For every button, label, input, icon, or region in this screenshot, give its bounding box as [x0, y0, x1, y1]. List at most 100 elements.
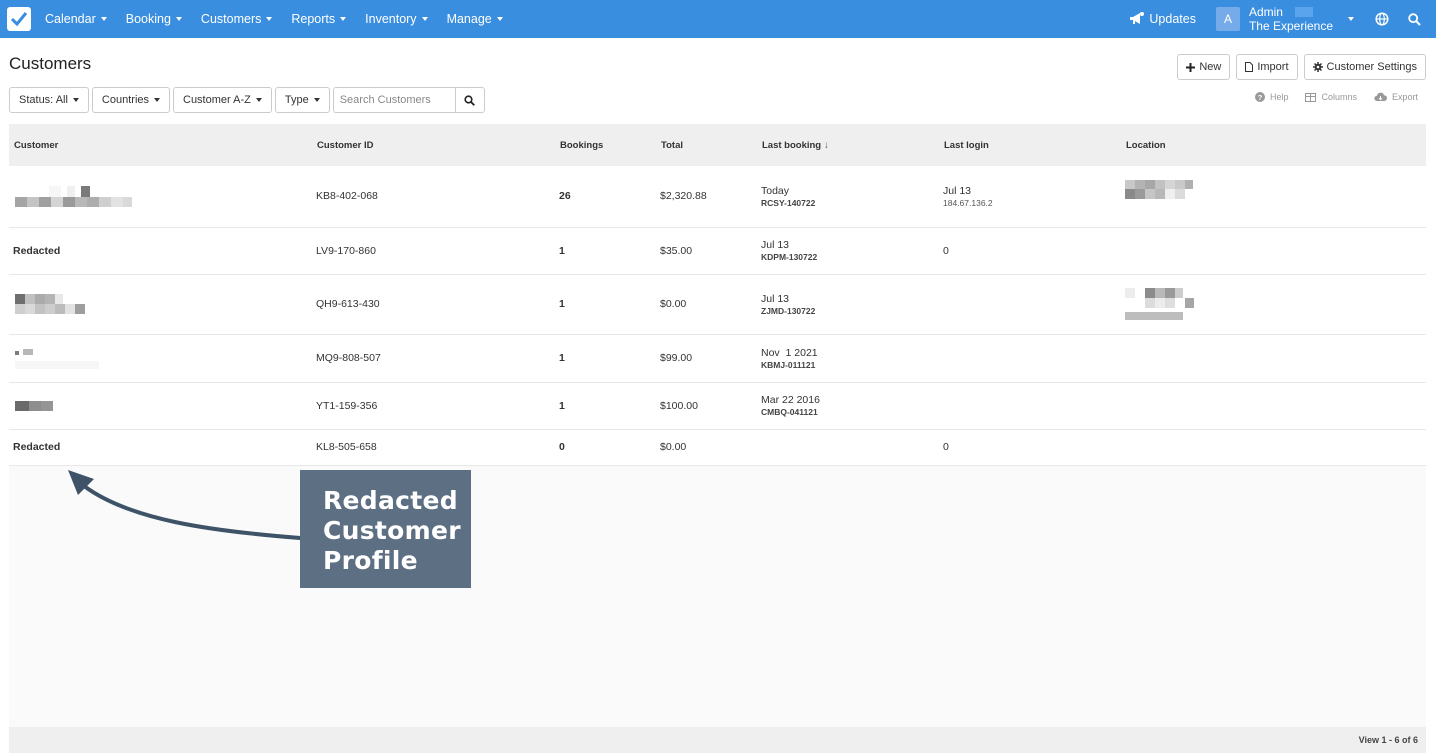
last-booking-date: Today [761, 184, 790, 197]
customer-search [332, 87, 485, 113]
question-circle-icon: ? [1254, 92, 1265, 102]
table-row[interactable]: MQ9-808-507 1 $99.00 Nov 1 2021 KBMJ-0111… [9, 334, 1426, 383]
columns-icon [1305, 92, 1317, 102]
last-login-cell: 0 [939, 429, 1121, 466]
column-header-last-login[interactable]: Last login [939, 124, 1121, 166]
redacted-customer-name [13, 346, 312, 370]
login-ip-address: 184.67.136.2 [943, 197, 993, 208]
type-filter-dropdown[interactable]: Type [274, 87, 330, 113]
chevron-down-icon [421, 17, 428, 21]
search-icon [464, 94, 476, 106]
table-row[interactable]: Redacted KL8-505-658 0 $0.00 0 [9, 429, 1426, 466]
updates-label: Updates [1149, 12, 1196, 26]
columns-button[interactable]: Columns [1305, 92, 1357, 102]
last-booking-cell[interactable]: Nov 1 2021 KBMJ-011121 [757, 334, 939, 383]
new-button-label: New [1199, 61, 1222, 73]
organization-name: The Experience [1248, 19, 1333, 33]
customers-table: Customer Customer ID Bookings Total Last… [9, 124, 1426, 466]
chevron-down-icon [266, 17, 273, 21]
status-filter-label: Status: All [19, 94, 68, 106]
table-header-row: Customer Customer ID Bookings Total Last… [9, 124, 1426, 166]
bookings-cell: 26 [555, 166, 656, 228]
last-booking-cell[interactable] [757, 429, 939, 466]
nav-reports[interactable]: Reports [291, 12, 347, 26]
customer-id-cell[interactable]: MQ9-808-507 [312, 334, 555, 383]
nav-calendar[interactable]: Calendar [45, 12, 107, 26]
column-header-customer[interactable]: Customer [9, 124, 312, 166]
table-row[interactable]: Redacted LV9-170-860 1 $35.00 Jul 13 KDPM… [9, 227, 1426, 275]
last-booking-cell[interactable]: Mar 22 2016 CMBQ-041121 [757, 382, 939, 430]
customer-id-cell[interactable]: KL8-505-658 [312, 429, 555, 466]
status-filter-dropdown[interactable]: Status: All [9, 87, 89, 113]
table-row[interactable]: YT1-159-356 1 $100.00 Mar 22 2016 CMBQ-04… [9, 382, 1426, 430]
annotation-arrow [68, 470, 302, 540]
chevron-down-icon [100, 17, 107, 21]
app-logo-checkmark-icon[interactable] [7, 7, 31, 31]
sort-dropdown[interactable]: Customer A-Z [173, 87, 272, 113]
customer-id-cell[interactable]: LV9-170-860 [312, 227, 555, 275]
booking-reference[interactable]: KBMJ-011121 [761, 360, 939, 370]
gear-icon [1312, 62, 1323, 72]
customer-id-cell[interactable]: QH9-613-430 [312, 274, 555, 335]
avatar[interactable]: A [1215, 7, 1240, 31]
redacted-block [1294, 7, 1313, 17]
last-booking-cell[interactable]: Jul 13 KDPM-130722 [757, 227, 939, 275]
customer-cell[interactable] [9, 166, 312, 228]
customer-settings-button[interactable]: Customer Settings [1303, 54, 1426, 80]
updates-button[interactable]: Updates [1129, 12, 1196, 26]
search-input[interactable] [332, 87, 455, 113]
nav-manage[interactable]: Manage [447, 12, 503, 26]
avatar-letter: A [1223, 12, 1232, 26]
customer-cell[interactable]: Redacted [9, 227, 312, 275]
import-button[interactable]: Import [1236, 54, 1298, 80]
countries-filter-dropdown[interactable]: Countries [91, 87, 170, 113]
booking-reference[interactable]: RCSY-140722 [761, 198, 939, 208]
customer-id-cell[interactable]: KB8-402-068 [312, 166, 555, 228]
customer-cell[interactable] [9, 274, 312, 335]
nav-customers-label: Customers [200, 12, 262, 26]
customer-cell[interactable] [9, 382, 312, 430]
last-booking-date: Mar 22 2016 [761, 394, 820, 406]
table-tools: ? Help Columns Export [1238, 92, 1418, 102]
account-menu[interactable]: Admin The Experience [1249, 5, 1333, 33]
redacted-customer-name [13, 400, 312, 411]
help-link[interactable]: ? Help [1254, 92, 1288, 102]
nav-inventory-label: Inventory [365, 12, 417, 26]
location-cell [1121, 274, 1426, 335]
column-header-bookings[interactable]: Bookings [555, 124, 656, 166]
search-icon[interactable] [1404, 9, 1424, 29]
new-button[interactable]: New [1177, 54, 1231, 80]
column-header-total[interactable]: Total [656, 124, 757, 166]
chevron-down-icon[interactable] [1348, 17, 1354, 21]
last-login-cell: Jul 13 184.67.136.2 [939, 166, 1121, 228]
nav-inventory[interactable]: Inventory [365, 12, 428, 26]
import-button-label: Import [1257, 61, 1289, 73]
total-cell: $99.00 [656, 334, 757, 383]
last-login-cell [939, 382, 1121, 430]
last-booking-cell[interactable]: Jul 13 ZJMD-130722 [757, 274, 939, 335]
search-button[interactable] [454, 87, 485, 113]
chevron-down-icon [340, 17, 347, 21]
callout-line-2: Customer [323, 516, 461, 545]
customer-cell[interactable] [9, 334, 312, 383]
booking-reference[interactable]: CMBQ-041121 [761, 407, 939, 417]
total-cell: $2,320.88 [656, 166, 757, 228]
table-row[interactable]: KB8-402-068 26 $2,320.88 Today RCSY-14072… [9, 166, 1426, 228]
globe-icon[interactable] [1372, 9, 1392, 29]
bookings-cell: 1 [555, 227, 656, 275]
type-filter-label: Type [284, 94, 309, 106]
booking-reference[interactable]: KDPM-130722 [761, 252, 939, 262]
column-header-customer-id[interactable]: Customer ID [312, 124, 555, 166]
columns-label: Columns [1321, 92, 1357, 102]
column-header-location[interactable]: Location [1121, 124, 1426, 166]
customer-id-cell[interactable]: YT1-159-356 [312, 382, 555, 430]
customer-cell[interactable]: Redacted [9, 429, 312, 466]
column-header-last-booking[interactable]: Last booking ↓ [757, 124, 939, 166]
nav-customers[interactable]: Customers [200, 12, 273, 26]
customers-table-area: Customer Customer ID Bookings Total Last… [9, 124, 1426, 753]
table-row[interactable]: QH9-613-430 1 $0.00 Jul 13 ZJMD-130722 [9, 274, 1426, 335]
last-booking-cell[interactable]: Today RCSY-140722 [757, 166, 939, 228]
booking-reference[interactable]: ZJMD-130722 [761, 306, 939, 316]
nav-booking[interactable]: Booking [126, 12, 182, 26]
export-button[interactable]: Export [1374, 92, 1418, 102]
